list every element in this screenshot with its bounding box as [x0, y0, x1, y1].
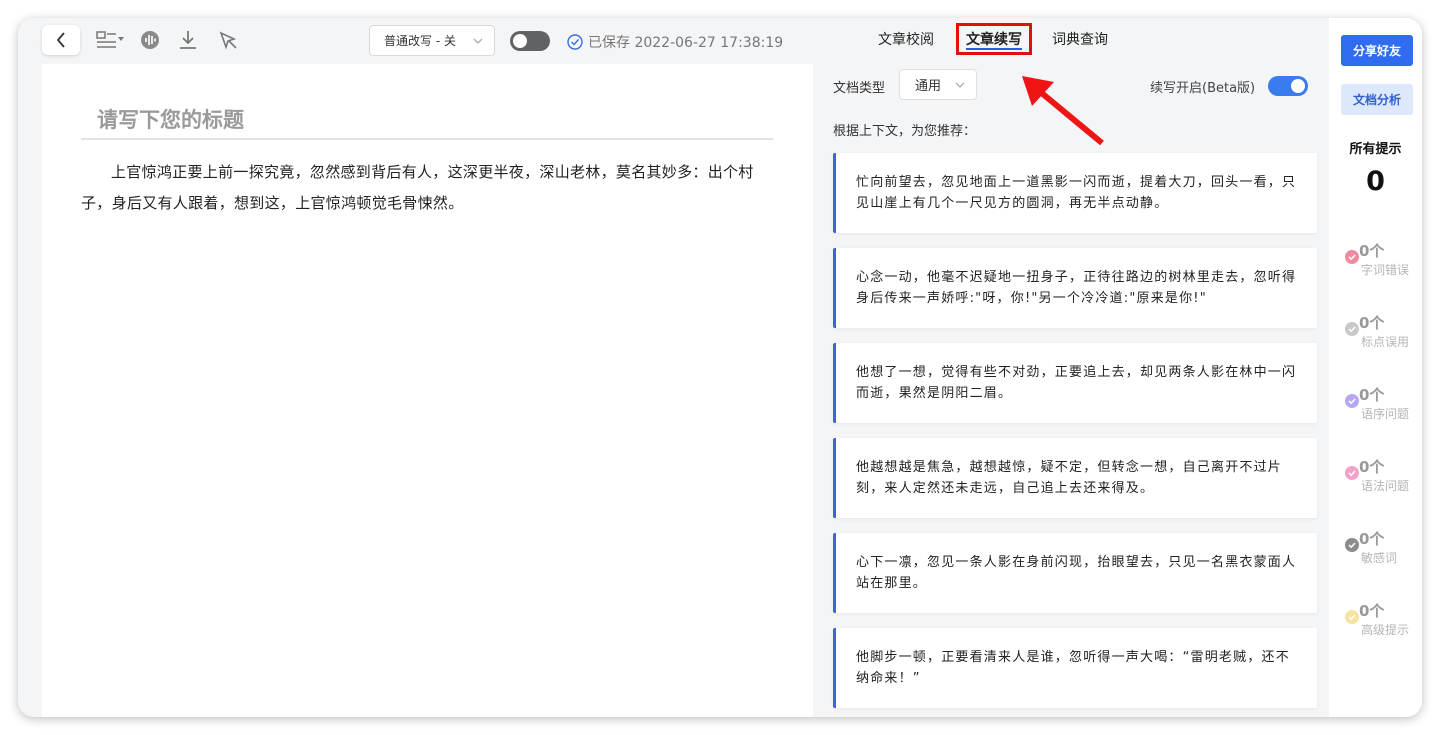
all-hints-label: 所有提示	[1349, 142, 1402, 157]
download-button[interactable]	[176, 29, 200, 51]
check-circle-icon	[1345, 394, 1359, 408]
check-circle-icon	[1345, 538, 1359, 552]
check-circle-icon	[1345, 610, 1359, 624]
suggestion-card[interactable]: 他脚步一顿，正要看清来人是谁，忽听得一声大喝：“雷明老贼，还不纳命来！”	[833, 628, 1317, 708]
editor-toolbar: 普通改写 - 关 已保存 2022-06-27 17:38:19	[18, 18, 813, 64]
tab-proofread[interactable]: 文章校阅	[866, 23, 946, 55]
doc-analysis-button[interactable]: 文档分析	[1341, 84, 1413, 115]
magic-pen-button[interactable]	[216, 29, 240, 51]
hint-count: 0个	[1359, 386, 1385, 404]
download-icon	[180, 31, 196, 49]
hint-grammar[interactable]: 0个 语法问题	[1345, 456, 1422, 496]
editor-area[interactable]: 请写下您的标题 上官惊鸿正要上前一探究竟，忽然感到背后有人，这深更半夜，深山老林…	[42, 64, 813, 717]
hint-name: 敏感词	[1361, 551, 1398, 565]
voice-icon	[141, 31, 159, 49]
annotation-arrow-icon	[1022, 76, 1104, 146]
check-circle-icon	[1345, 322, 1359, 336]
magic-pen-icon	[219, 31, 237, 50]
back-button[interactable]	[42, 25, 80, 55]
hint-name: 标点误用	[1361, 335, 1410, 349]
chevron-down-icon	[955, 82, 965, 88]
suggestion-card[interactable]: 忙向前望去，忽见地面上一道黑影一闪而逝，提着大刀，回头一看，只见山崖上有几个一尺…	[833, 153, 1317, 233]
hint-name: 语法问题	[1361, 479, 1410, 493]
suggestion-card[interactable]: 心下一凛，忽见一条人影在身前闪现，抬眼望去，只见一名黑衣蒙面人站在那里。	[833, 533, 1317, 613]
hint-count: 0个	[1359, 242, 1385, 260]
suggestion-card[interactable]: 心念一动，他毫不迟疑地一扭身子，正待往路边的树林里走去，忽听得身后传来一声娇呼:…	[833, 248, 1317, 328]
hint-count: 0个	[1359, 458, 1385, 476]
hint-sensitive[interactable]: 0个 敏感词	[1345, 528, 1422, 568]
app-window: 普通改写 - 关 已保存 2022-06-27 17:38:19 请写下您的标题…	[18, 18, 1422, 717]
hint-count: 0个	[1359, 314, 1385, 332]
continue-writing-label: 续写开启(Beta版)	[1150, 81, 1256, 96]
voice-button[interactable]	[138, 29, 162, 51]
suggestion-text: 他脚步一顿，正要看清来人是谁，忽听得一声大喝：“雷明老贼，还不纳命来！”	[856, 650, 1290, 686]
rewrite-toggle[interactable]	[510, 31, 550, 51]
suggestion-text: 他越想越是焦急，越想越惊，疑不定，但转念一想，自己离开不过片刻，来人定然还未走远…	[856, 460, 1283, 496]
suggestion-text: 心下一凛，忽见一条人影在身前闪现，抬眼望去，只见一名黑衣蒙面人站在那里。	[856, 555, 1297, 591]
chevron-down-icon	[473, 38, 483, 44]
body-text[interactable]: 上官惊鸿正要上前一探究竟，忽然感到背后有人，这深更半夜，深山老林，莫名其妙多：出…	[81, 157, 777, 219]
recommend-label: 根据上下文，为您推荐：	[833, 124, 977, 139]
hint-name: 字词错误	[1361, 263, 1410, 277]
hint-name: 高级提示	[1361, 623, 1410, 637]
suggestion-text: 他想了一想，觉得有些不对劲，正要追上去，却见两条人影在林中一闪而逝，果然是阴阳二…	[856, 365, 1297, 401]
share-button[interactable]: 分享好友	[1341, 35, 1413, 66]
doc-type-select[interactable]: 通用	[899, 69, 977, 100]
suggestion-card[interactable]: 他越想越是焦急，越想越惊，疑不定，但转念一想，自己离开不过片刻，来人定然还未走远…	[833, 438, 1317, 518]
hint-name: 语序问题	[1361, 407, 1410, 421]
panel-tabs: 文章校阅 文章续写 词典查询	[866, 18, 1120, 58]
rewrite-mode-value: 普通改写 - 关	[384, 34, 456, 48]
rewrite-mode-select[interactable]: 普通改写 - 关	[369, 25, 495, 56]
doc-type-value: 通用	[915, 79, 942, 94]
all-hints-count: 0	[1366, 166, 1385, 197]
suggestion-list: 忙向前望去，忽见地面上一道黑影一闪而逝，提着大刀，回头一看，只见山崖上有几个一尺…	[833, 153, 1317, 717]
tab-dictionary[interactable]: 词典查询	[1040, 23, 1120, 55]
check-circle-icon	[1345, 466, 1359, 480]
suggestion-text: 心念一动，他毫不迟疑地一扭身子，正待往路边的树林里走去，忽听得身后传来一声娇呼:…	[856, 270, 1297, 306]
hint-count: 0个	[1359, 530, 1385, 548]
save-status-text: 已保存 2022-06-27 17:38:19	[588, 35, 784, 51]
back-icon	[56, 32, 65, 48]
hint-punctuation[interactable]: 0个 标点误用	[1345, 312, 1422, 352]
hints-sidebar: 分享好友 文档分析 所有提示 0 0个 字词错误 0个 标点误用 0个 语序问题…	[1329, 18, 1422, 717]
check-circle-icon	[1345, 250, 1359, 264]
continue-writing-toggle[interactable]	[1268, 76, 1308, 96]
layout-icon	[96, 31, 124, 48]
tab-continue-writing[interactable]: 文章续写	[956, 23, 1032, 55]
hint-count: 0个	[1359, 602, 1385, 620]
save-status: 已保存 2022-06-27 17:38:19	[567, 32, 783, 52]
suggestion-card[interactable]: 他想了一想，觉得有些不对劲，正要追上去，却见两条人影在林中一闪而逝，果然是阴阳二…	[833, 343, 1317, 423]
doc-type-label: 文档类型	[833, 81, 886, 96]
hint-advanced[interactable]: 0个 高级提示	[1345, 600, 1422, 640]
layout-menu-button[interactable]	[96, 29, 126, 51]
check-circle-icon	[567, 34, 583, 50]
title-input[interactable]: 请写下您的标题	[81, 104, 773, 140]
hint-typo[interactable]: 0个 字词错误	[1345, 240, 1422, 280]
suggestion-text: 忙向前望去，忽见地面上一道黑影一闪而逝，提着大刀，回头一看，只见山崖上有几个一尺…	[856, 175, 1297, 211]
hint-word-order[interactable]: 0个 语序问题	[1345, 384, 1422, 424]
